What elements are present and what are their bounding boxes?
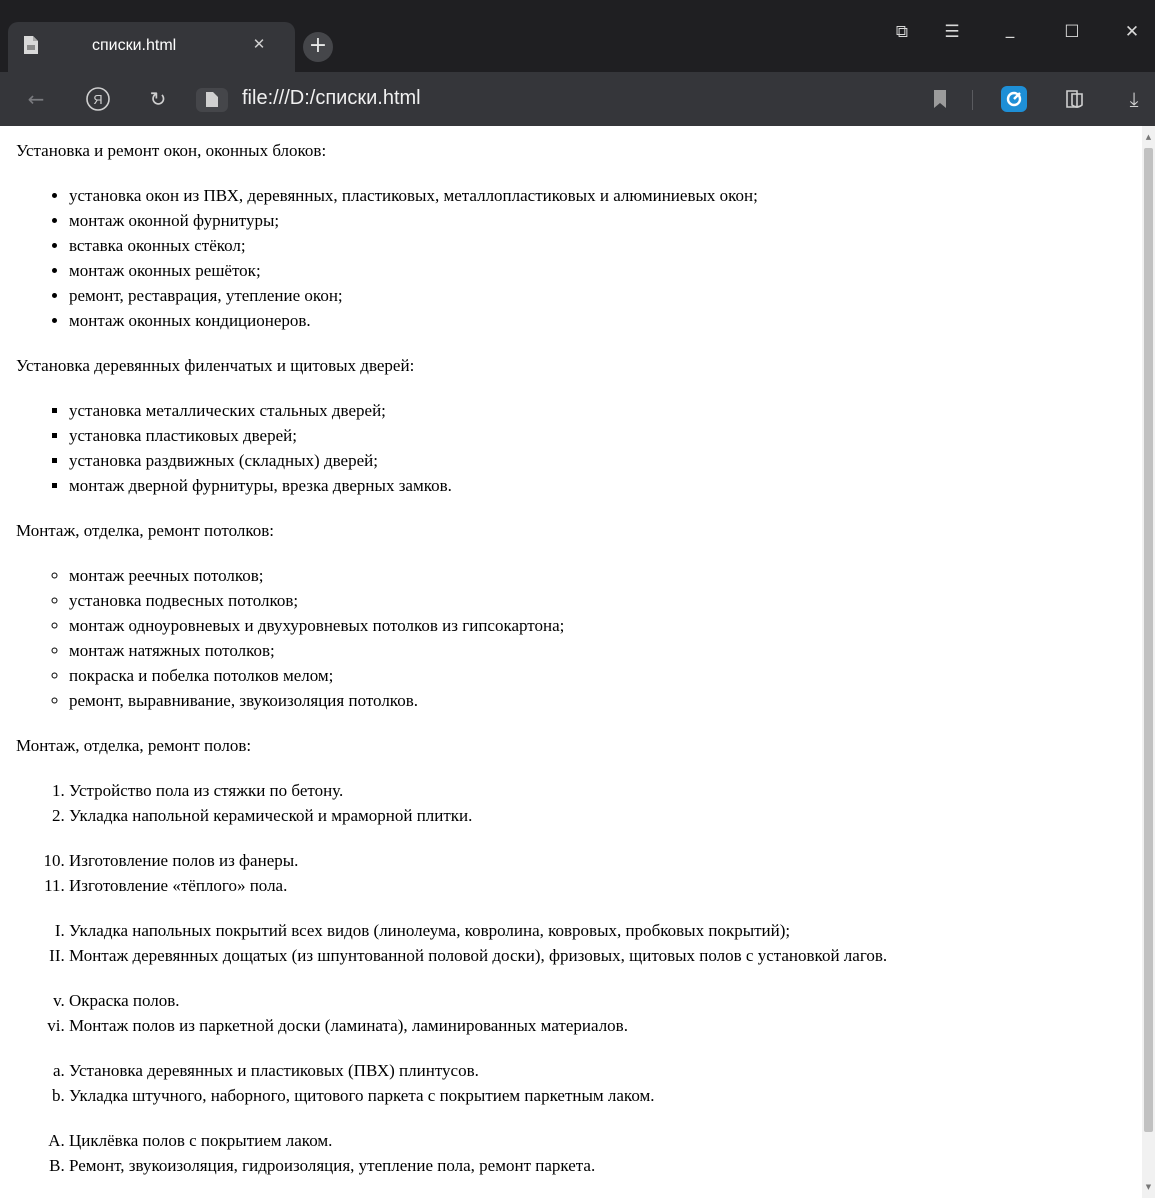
list-item: Изготовление «тёплого» пола. <box>69 873 1142 898</box>
extension-glyph <box>1006 91 1022 107</box>
ceilings-list: монтаж реечных потолков; установка подве… <box>16 563 1142 713</box>
back-icon[interactable]: ← <box>20 83 52 115</box>
scroll-down-arrow-icon[interactable]: ▼ <box>1142 1180 1155 1194</box>
list-item: Устройство пола из стяжки по бетону. <box>69 778 1142 803</box>
protect-icon[interactable] <box>1058 83 1090 115</box>
list-item: монтаж дверной фурнитуры, врезка дверных… <box>69 473 1142 498</box>
tab-close-icon[interactable]: ✕ <box>248 33 270 55</box>
page-viewport: Установка и ремонт окон, оконных блоков:… <box>0 126 1142 1198</box>
bookmark-icon[interactable] <box>924 83 956 115</box>
reload-icon[interactable]: ↻ <box>142 83 174 115</box>
site-info-button[interactable] <box>196 88 228 112</box>
tablet-mode-icon[interactable]: ⧉ <box>882 14 922 50</box>
list-item: монтаж натяжных потолков; <box>69 638 1142 663</box>
list-item: вставка оконных стёкол; <box>69 233 1142 258</box>
scroll-up-arrow-icon[interactable]: ▲ <box>1142 130 1155 144</box>
list-item: Окраска полов. <box>69 988 1142 1013</box>
windows-heading: Установка и ремонт окон, оконных блоков: <box>16 141 327 160</box>
scroll-thumb[interactable] <box>1144 148 1153 1132</box>
yandex-icon: Я <box>86 87 110 111</box>
floors-heading: Монтаж, отделка, ремонт полов: <box>16 736 252 755</box>
browser-titlebar: списки.html ✕ + ⧉ ☰ _ ☐ ✕ <box>0 0 1155 72</box>
list-item: установка металлических стальных дверей; <box>69 398 1142 423</box>
list-item: Укладка напольных покрытий всех видов (л… <box>69 918 1142 943</box>
list-item: Монтаж полов из паркетной доски (ламинат… <box>69 1013 1142 1038</box>
list-item: монтаж оконных кондиционеров. <box>69 308 1142 333</box>
list-item: монтаж реечных потолков; <box>69 563 1142 588</box>
address-bar[interactable]: file:///D:/списки.html <box>242 87 421 110</box>
list-item: ремонт, реставрация, утепление окон; <box>69 283 1142 308</box>
floors-list-lower-alpha: Установка деревянных и пластиковых (ПВХ)… <box>16 1058 1142 1108</box>
new-tab-button[interactable]: + <box>303 32 333 62</box>
list-item: установка подвесных потолков; <box>69 588 1142 613</box>
document-icon <box>24 36 38 54</box>
list-item: Монтаж деревянных дощатых (из шпунтованн… <box>69 943 1142 968</box>
svg-text:Я: Я <box>93 92 102 107</box>
vertical-scrollbar[interactable]: ▲ ▼ <box>1142 126 1155 1198</box>
floors-list-decimal-10: Изготовление полов из фанеры. Изготовлен… <box>16 848 1142 898</box>
close-window-button[interactable]: ✕ <box>1112 14 1152 50</box>
list-item: монтаж оконной фурнитуры; <box>69 208 1142 233</box>
floors-list-lower-roman: Окраска полов. Монтаж полов из паркетной… <box>16 988 1142 1038</box>
doors-list: установка металлических стальных дверей;… <box>16 398 1142 498</box>
list-item: Укладка напольной керамической и мраморн… <box>69 803 1142 828</box>
minimize-button[interactable]: _ <box>990 14 1030 50</box>
extension-icon[interactable] <box>1001 86 1027 112</box>
list-item: установка пластиковых дверей; <box>69 423 1142 448</box>
list-item: покраска и побелка потолков мелом; <box>69 663 1142 688</box>
list-item: Ремонт, звукоизоляция, гидроизоляция, ут… <box>69 1153 1142 1178</box>
tab-title: списки.html <box>92 37 177 54</box>
yandex-button[interactable]: Я <box>82 83 114 115</box>
list-item: монтаж оконных решёток; <box>69 258 1142 283</box>
maximize-button[interactable]: ☐ <box>1052 14 1092 50</box>
download-icon[interactable]: ⤓ <box>1118 83 1150 115</box>
list-item: Установка деревянных и пластиковых (ПВХ)… <box>69 1058 1142 1083</box>
windows-list: установка окон из ПВХ, деревянных, пласт… <box>16 183 1142 333</box>
bookmark-shape <box>934 90 946 108</box>
list-item: установка раздвижных (складных) дверей; <box>69 448 1142 473</box>
browser-toolbar: ← Я ↻ file:///D:/списки.html ⤓ <box>0 72 1155 126</box>
list-item: Изготовление полов из фанеры. <box>69 848 1142 873</box>
shield-cards-shape <box>1066 90 1083 108</box>
list-item: ремонт, выравнивание, звукоизоляция пото… <box>69 688 1142 713</box>
document-icon <box>206 92 218 107</box>
floors-list-upper-roman: Укладка напольных покрытий всех видов (л… <box>16 918 1142 968</box>
list-item: установка окон из ПВХ, деревянных, пласт… <box>69 183 1142 208</box>
menu-icon[interactable]: ☰ <box>932 14 972 50</box>
tab-active[interactable]: списки.html ✕ <box>8 22 295 72</box>
floors-list-upper-alpha: Циклёвка полов с покрытием лаком. Ремонт… <box>16 1128 1142 1178</box>
doors-heading: Установка деревянных филенчатых и щитовы… <box>16 356 415 375</box>
ceilings-heading: Монтаж, отделка, ремонт потолков: <box>16 521 274 540</box>
page-content: Установка и ремонт окон, оконных блоков:… <box>0 126 1142 1178</box>
list-item: Циклёвка полов с покрытием лаком. <box>69 1128 1142 1153</box>
list-item: Укладка штучного, наборного, щитового па… <box>69 1083 1142 1108</box>
list-item: монтаж одноуровневых и двухуровневых пот… <box>69 613 1142 638</box>
toolbar-divider <box>972 90 973 110</box>
floors-list-decimal-1: Устройство пола из стяжки по бетону. Укл… <box>16 778 1142 828</box>
